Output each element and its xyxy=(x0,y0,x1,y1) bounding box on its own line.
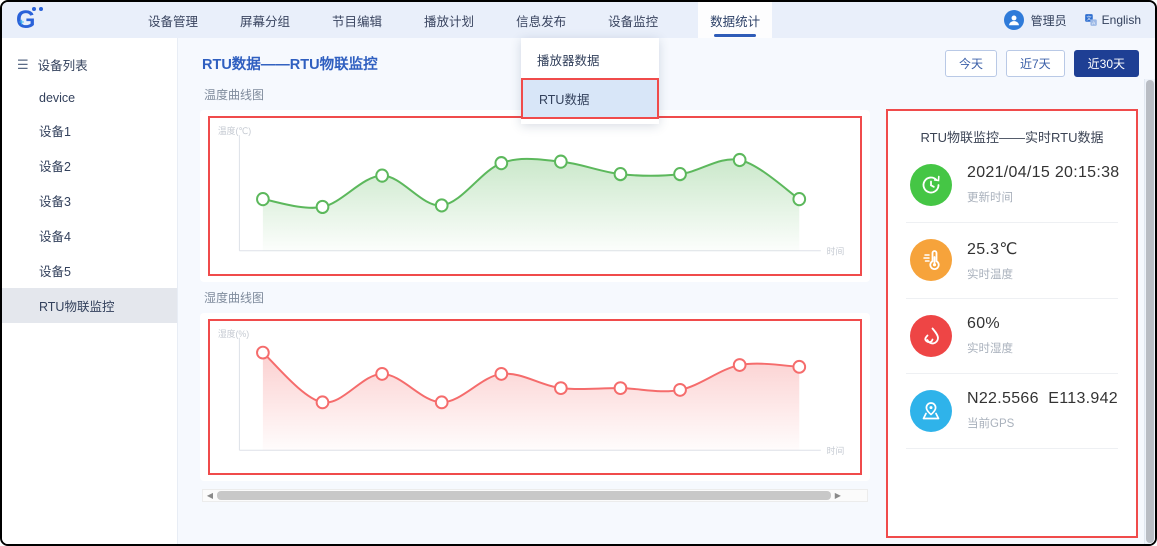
horizontal-scrollbar-thumb[interactable] xyxy=(217,491,831,500)
nav-item-play-schedule[interactable]: 播放计划 xyxy=(422,1,476,40)
humidity-chart-card: 湿度(%) 时间 xyxy=(200,313,870,481)
sidebar-item-device5[interactable]: 设备5 xyxy=(2,253,177,288)
sidebar-item-device2[interactable]: 设备2 xyxy=(2,148,177,183)
thermometer-icon xyxy=(910,239,952,281)
annotation-highlight-humidity-chart: 湿度(%) 时间 xyxy=(208,319,862,475)
stat-text: 2021/04/15 20:15:38 更新时间 xyxy=(967,164,1120,205)
vertical-scrollbar-thumb[interactable] xyxy=(1146,80,1154,543)
main-content: RTU数据——RTU物联监控 今天 近7天 近30天 温度曲线图 温度(℃) xyxy=(178,38,1155,544)
vertical-scrollbar[interactable] xyxy=(1144,79,1155,544)
stat-humidity: 60% 实时湿度 xyxy=(888,299,1136,357)
page-title: RTU数据——RTU物联监控 xyxy=(202,53,378,74)
refresh-clock-icon xyxy=(910,164,952,206)
stat-label-gps: 当前GPS xyxy=(967,415,1118,431)
horizontal-scrollbar[interactable]: ◀ ▶ xyxy=(202,489,868,502)
gps-pin-icon xyxy=(910,390,952,432)
active-tab-underline xyxy=(714,34,756,37)
nav-item-screen-groups[interactable]: 屏幕分组 xyxy=(238,1,292,40)
top-navbar: G + 设备管理 屏幕分组 节目编辑 播放计划 信息发布 设备监控 数据统计 xyxy=(2,2,1155,38)
stat-value-gps: N22.5566 E113.942 xyxy=(967,390,1118,408)
nav-item-label: 数据统计 xyxy=(710,15,760,29)
content-row: 温度曲线图 温度(℃) 时间 湿度曲线图 xyxy=(178,79,1155,544)
main-nav: 设备管理 屏幕分组 节目编辑 播放计划 信息发布 设备监控 数据统计 xyxy=(146,1,772,40)
stat-label-temperature: 实时温度 xyxy=(967,266,1018,282)
annotation-highlight-temperature-chart: 温度(℃) 时间 xyxy=(208,116,862,276)
rtu-realtime-panel: RTU物联监控——实时RTU数据 2021/04/15 20:15:38 更新时 xyxy=(886,109,1138,538)
annotation-highlight-rtu-data: RTU数据 xyxy=(521,78,659,119)
nav-item-info-publish[interactable]: 信息发布 xyxy=(514,1,568,40)
stat-value-update-time: 2021/04/15 20:15:38 xyxy=(967,164,1120,182)
scroll-right-arrow-icon[interactable]: ▶ xyxy=(833,492,843,500)
data-statistics-dropdown: 播放器数据 RTU数据 xyxy=(521,38,659,124)
stat-temperature: 25.3℃ 实时温度 xyxy=(888,223,1136,282)
stat-label-humidity: 实时湿度 xyxy=(967,340,1013,356)
app-logo[interactable]: G + xyxy=(16,5,50,35)
range-button-30days[interactable]: 近30天 xyxy=(1074,50,1139,77)
nav-item-device-management[interactable]: 设备管理 xyxy=(146,1,200,40)
main-header: RTU数据——RTU物联监控 今天 近7天 近30天 xyxy=(178,38,1155,79)
date-range-buttons: 今天 近7天 近30天 xyxy=(945,50,1139,77)
list-icon: ☰ xyxy=(17,58,29,71)
humidity-chart-label: 湿度曲线图 xyxy=(204,289,870,306)
logo-dot xyxy=(39,7,43,11)
stat-text: N22.5566 E113.942 当前GPS xyxy=(967,390,1118,431)
humidity-drop-icon xyxy=(910,315,952,357)
language-switcher[interactable]: 文 A English xyxy=(1084,13,1141,27)
translate-icon: 文 A xyxy=(1084,13,1098,27)
divider xyxy=(906,448,1118,449)
nav-item-data-statistics[interactable]: 数据统计 xyxy=(698,1,772,40)
nav-item-device-monitor[interactable]: 设备监控 xyxy=(606,1,660,40)
sidebar: ☰ 设备列表 device 设备1 设备2 设备3 设备4 设备5 RTU物联监… xyxy=(2,38,178,544)
person-icon xyxy=(1007,13,1021,27)
stat-value-temperature: 25.3℃ xyxy=(967,239,1018,259)
svg-text:湿度(%): 湿度(%) xyxy=(218,328,249,339)
logo-dot xyxy=(32,7,36,11)
sidebar-item-device4[interactable]: 设备4 xyxy=(2,218,177,253)
range-button-7days[interactable]: 近7天 xyxy=(1006,50,1065,77)
svg-text:时间: 时间 xyxy=(827,246,845,257)
sidebar-item-device3[interactable]: 设备3 xyxy=(2,183,177,218)
logo-plus-mark: + xyxy=(19,17,24,27)
language-label: English xyxy=(1102,13,1141,27)
user-name[interactable]: 管理员 xyxy=(1031,12,1067,29)
nav-item-program-edit[interactable]: 节目编辑 xyxy=(330,1,384,40)
stat-text: 60% 实时湿度 xyxy=(967,315,1013,356)
sidebar-item-device[interactable]: device xyxy=(2,83,177,113)
sidebar-header-device-list[interactable]: ☰ 设备列表 xyxy=(2,46,177,83)
scroll-left-arrow-icon[interactable]: ◀ xyxy=(205,492,215,500)
stat-update-time: 2021/04/15 20:15:38 更新时间 xyxy=(888,148,1136,206)
range-button-today[interactable]: 今天 xyxy=(945,50,997,77)
sidebar-item-device1[interactable]: 设备1 xyxy=(2,113,177,148)
svg-text:温度(℃): 温度(℃) xyxy=(218,125,251,136)
sidebar-item-rtu-monitor[interactable]: RTU物联监控 xyxy=(2,288,177,323)
app-window: G + 设备管理 屏幕分组 节目编辑 播放计划 信息发布 设备监控 数据统计 xyxy=(0,0,1157,546)
humidity-chart: 湿度(%) 时间 xyxy=(212,324,858,472)
user-avatar[interactable] xyxy=(1004,10,1024,30)
temperature-chart-card: 温度(℃) 时间 xyxy=(200,110,870,282)
navbar-right: 管理员 文 A English xyxy=(1004,10,1141,30)
charts-column: 温度曲线图 温度(℃) 时间 湿度曲线图 xyxy=(186,79,880,544)
stat-text: 25.3℃ 实时温度 xyxy=(967,239,1018,282)
dropdown-item-player-data[interactable]: 播放器数据 xyxy=(521,41,659,78)
dropdown-item-rtu-data[interactable]: RTU数据 xyxy=(523,80,657,117)
stat-gps: N22.5566 E113.942 当前GPS xyxy=(888,374,1136,432)
temperature-chart: 温度(℃) 时间 xyxy=(212,121,858,273)
sidebar-title: 设备列表 xyxy=(38,55,88,74)
panel-title: RTU物联监控——实时RTU数据 xyxy=(888,127,1136,146)
svg-text:时间: 时间 xyxy=(827,445,845,456)
stat-label-update-time: 更新时间 xyxy=(967,189,1120,205)
stat-value-humidity: 60% xyxy=(967,315,1013,333)
